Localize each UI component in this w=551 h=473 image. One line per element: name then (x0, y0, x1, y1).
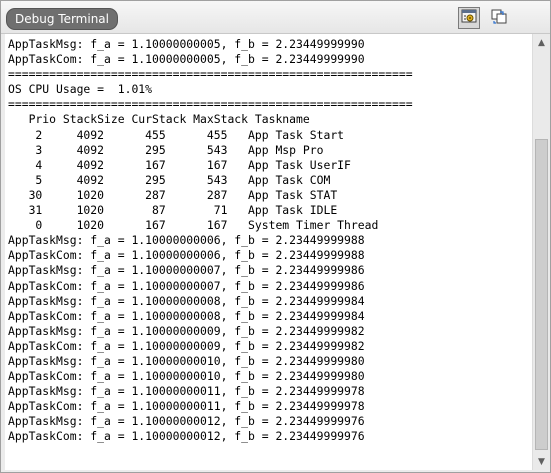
scroll-down-button[interactable]: ▼ (533, 453, 550, 470)
scroll-thumb[interactable] (535, 139, 548, 450)
terminal-line: AppTaskCom: f_a = 1.10000000010, f_b = 2… (8, 369, 365, 384)
terminal-line: AppTaskMsg: f_a = 1.10000000011, f_b = 2… (8, 384, 365, 399)
terminal-line: AppTaskMsg: f_a = 1.10000000006, f_b = 2… (8, 233, 365, 248)
terminal-line: Prio StackSize CurStack MaxStack Tasknam… (8, 112, 310, 127)
terminal-output[interactable]: AppTaskMsg: f_a = 1.10000000005, f_b = 2… (5, 34, 532, 470)
scroll-up-arrow-icon: ▲ (538, 37, 545, 48)
scroll-down-arrow-icon: ▼ (538, 456, 545, 467)
terminal-line: AppTaskMsg: f_a = 1.10000000007, f_b = 2… (8, 263, 365, 278)
terminal-line: OS CPU Usage = 1.01% (8, 82, 153, 97)
terminal-line: 0 1020 167 167 System Timer Thread (8, 218, 379, 233)
terminal-line: AppTaskCom: f_a = 1.10000000012, f_b = 2… (8, 429, 365, 444)
terminal-line: 2 4092 455 455 App Task Start (8, 127, 345, 142)
terminal-line: AppTaskMsg: f_a = 1.10000000012, f_b = 2… (8, 414, 365, 429)
terminal-line: AppTaskMsg: f_a = 1.10000000010, f_b = 2… (8, 353, 365, 368)
copy-output-icon (491, 8, 507, 28)
copy-output-button[interactable] (488, 7, 510, 29)
terminal-line: AppTaskCom: f_a = 1.10000000009, f_b = 2… (8, 338, 365, 353)
terminal-line: 5 4092 295 543 App Task COM (8, 172, 331, 187)
vertical-scrollbar[interactable]: ▲ ▼ (532, 34, 550, 470)
terminal-line: AppTaskCom: f_a = 1.10000000007, f_b = 2… (8, 278, 365, 293)
terminal-line: 30 1020 287 287 App Task STAT (8, 187, 338, 202)
terminal-line: AppTaskCom: f_a = 1.10000000011, f_b = 2… (8, 399, 365, 414)
terminal-line: AppTaskMsg: f_a = 1.10000000008, f_b = 2… (8, 293, 365, 308)
terminal-line: 3 4092 295 543 App Msp Pro (8, 142, 324, 157)
terminal-line: ========================================… (8, 97, 413, 112)
debug-terminal-window: Debug Terminal AppTaskMsg: f_a = 1.10000… (0, 0, 551, 473)
scroll-up-button[interactable]: ▲ (533, 34, 550, 51)
terminal-settings-icon (461, 8, 477, 28)
terminal-line: AppTaskCom: f_a = 1.10000000008, f_b = 2… (8, 308, 365, 323)
terminal-line: 31 1020 87 71 App Task IDLE (8, 203, 338, 218)
terminal-text: AppTaskMsg: f_a = 1.10000000005, f_b = 2… (5, 34, 532, 445)
window-title-tab[interactable]: Debug Terminal (6, 8, 118, 30)
terminal-line: ========================================… (8, 67, 413, 82)
terminal-line: AppTaskCom: f_a = 1.10000000005, f_b = 2… (8, 52, 365, 67)
terminal-settings-button[interactable] (458, 7, 480, 29)
title-bar: Debug Terminal (1, 1, 550, 34)
terminal-line: AppTaskCom: f_a = 1.10000000006, f_b = 2… (8, 248, 365, 263)
terminal-line: 4 4092 167 167 App Task UserIF (8, 157, 351, 172)
terminal-line: AppTaskMsg: f_a = 1.10000000009, f_b = 2… (8, 323, 365, 338)
terminal-line: AppTaskMsg: f_a = 1.10000000005, f_b = 2… (8, 37, 365, 51)
